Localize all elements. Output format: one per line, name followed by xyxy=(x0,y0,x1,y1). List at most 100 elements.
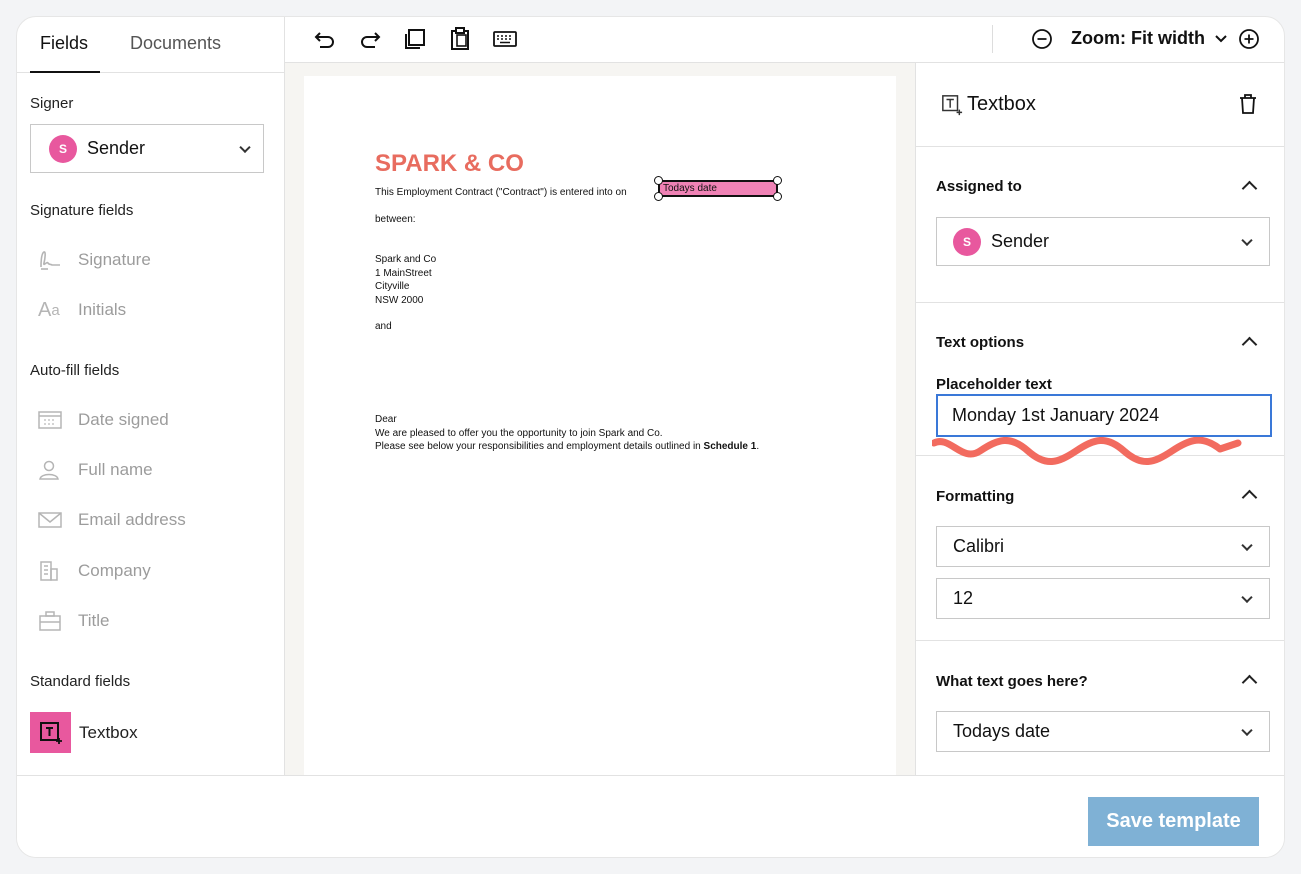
chevron-down-icon xyxy=(1241,539,1253,551)
initials-icon: Aa xyxy=(38,298,60,321)
resize-handle[interactable] xyxy=(654,192,663,201)
zoom-select[interactable]: Zoom: Fit width xyxy=(1071,28,1228,49)
autofill-fields-label: Auto-fill fields xyxy=(30,362,120,379)
font-size-value: 12 xyxy=(953,588,974,608)
what-text-value: Todays date xyxy=(953,721,1051,741)
date-textbox-field[interactable]: Todays date xyxy=(658,180,778,197)
address-line: NSW 2000 xyxy=(375,294,424,306)
resize-handle[interactable] xyxy=(654,176,663,185)
person-icon xyxy=(30,459,70,481)
field-email-address[interactable]: Email address xyxy=(30,505,186,535)
assigned-to-select[interactable]: S Sender xyxy=(936,217,1270,266)
footer-bar: Save template xyxy=(17,775,1284,857)
document-line2: Please see below your responsibilities a… xyxy=(375,440,759,454)
copy-icon[interactable] xyxy=(402,26,428,52)
document-line1: We are pleased to offer you the opportun… xyxy=(375,427,663,439)
document-and: and xyxy=(375,321,392,332)
chevron-up-icon[interactable] xyxy=(1241,674,1258,691)
chevron-up-icon[interactable] xyxy=(1241,336,1258,353)
document-canvas: SPARK & CO This Employment Contract ("Co… xyxy=(285,63,915,775)
chevron-up-icon[interactable] xyxy=(1241,180,1258,197)
resize-handle[interactable] xyxy=(773,192,782,201)
textbox-icon xyxy=(30,712,71,753)
field-label-signature: Signature xyxy=(78,250,151,269)
app-window: Fields Documents Signer S Sender Signatu… xyxy=(16,16,1285,858)
formatting-label: Formatting xyxy=(936,488,1015,505)
font-size-select[interactable]: 12 xyxy=(936,578,1270,619)
field-label-company: Company xyxy=(78,561,151,580)
zoom-in-icon[interactable] xyxy=(1236,26,1262,52)
field-signature[interactable]: Signature xyxy=(30,245,151,275)
tab-documents[interactable]: Documents xyxy=(130,33,221,54)
what-text-label: What text goes here? xyxy=(936,673,1088,690)
chevron-down-icon xyxy=(239,141,251,153)
textbox-icon xyxy=(941,94,963,121)
field-date-signed[interactable]: Date signed xyxy=(30,405,169,435)
address-line: Cityville xyxy=(375,281,410,292)
zoom-label: Zoom: Fit width xyxy=(1071,28,1205,48)
document-intro: This Employment Contract ("Contract") is… xyxy=(375,187,627,198)
chevron-down-icon xyxy=(1215,35,1227,43)
undo-icon[interactable] xyxy=(312,26,338,52)
field-textbox[interactable]: Textbox xyxy=(30,712,138,753)
signer-select[interactable]: S Sender xyxy=(30,124,264,173)
panel-title: Textbox xyxy=(967,93,1036,115)
field-label-full-name: Full name xyxy=(78,460,153,479)
fields-sidebar: Fields Documents Signer S Sender Signatu… xyxy=(17,17,285,775)
placeholder-text-input[interactable]: Monday 1st January 2024 xyxy=(936,394,1272,437)
field-full-name[interactable]: Full name xyxy=(30,455,153,485)
address-line: Spark and Co xyxy=(375,254,437,265)
active-tab-underline xyxy=(30,71,100,73)
tab-fields[interactable]: Fields xyxy=(40,33,88,54)
placeholder-text-label: Placeholder text xyxy=(936,376,1052,393)
chevron-down-icon xyxy=(1241,234,1253,246)
field-label-textbox: Textbox xyxy=(79,722,138,742)
signature-icon xyxy=(30,249,70,271)
toolbar-divider xyxy=(992,25,993,53)
signer-avatar: S xyxy=(49,134,77,163)
panel-header: Textbox xyxy=(916,63,1284,147)
standard-fields-label: Standard fields xyxy=(30,673,131,690)
field-company[interactable]: Company xyxy=(30,556,151,586)
field-label-title: Title xyxy=(78,611,110,630)
field-label-date-signed: Date signed xyxy=(78,410,169,429)
what-text-select[interactable]: Todays date xyxy=(936,711,1270,752)
signer-name: Sender xyxy=(87,138,146,158)
sidebar-tabs: Fields Documents xyxy=(17,17,284,73)
signer-label: Signer xyxy=(30,95,74,112)
assignee-name: Sender xyxy=(991,231,1050,251)
assignee-avatar: S xyxy=(953,227,981,256)
paste-icon[interactable] xyxy=(447,26,473,52)
keyboard-icon[interactable] xyxy=(492,26,518,52)
document-line2-text: Please see below your responsibilities a… xyxy=(375,441,704,452)
envelope-icon xyxy=(30,511,70,529)
assigned-to-label: Assigned to xyxy=(936,178,1022,195)
trash-icon[interactable] xyxy=(1238,93,1258,120)
signature-fields-label: Signature fields xyxy=(30,202,134,219)
save-template-button[interactable]: Save template xyxy=(1088,797,1259,846)
field-initials[interactable]: Aa Initials xyxy=(30,295,126,325)
chevron-down-icon xyxy=(1241,591,1253,603)
document-line2-end: . xyxy=(756,441,760,452)
editor-toolbar: Zoom: Fit width xyxy=(285,17,1284,63)
calendar-icon xyxy=(30,410,70,430)
text-options-section: Text options Placeholder text Monday 1st… xyxy=(916,303,1284,465)
building-icon xyxy=(30,560,70,582)
placeholder-text-value: Monday 1st January 2024 xyxy=(952,405,1160,425)
document-page: SPARK & CO This Employment Contract ("Co… xyxy=(304,76,896,775)
what-text-section: What text goes here? Todays date xyxy=(916,641,1284,775)
resize-handle[interactable] xyxy=(773,176,782,185)
redo-icon[interactable] xyxy=(357,26,383,52)
field-label-initials: Initials xyxy=(78,300,127,319)
field-title[interactable]: Title xyxy=(30,606,110,636)
font-select[interactable]: Calibri xyxy=(936,526,1270,567)
address-line: 1 MainStreet xyxy=(375,267,432,279)
properties-panel: Textbox Assigned to S Sender Text option… xyxy=(915,63,1284,775)
assigned-to-section: Assigned to S Sender xyxy=(916,147,1284,303)
briefcase-icon xyxy=(30,610,70,632)
text-options-label: Text options xyxy=(936,334,1025,351)
document-dear: Dear xyxy=(375,414,397,425)
zoom-out-icon[interactable] xyxy=(1029,26,1055,52)
formatting-section: Formatting Calibri 12 xyxy=(916,456,1284,641)
chevron-up-icon[interactable] xyxy=(1241,489,1258,506)
